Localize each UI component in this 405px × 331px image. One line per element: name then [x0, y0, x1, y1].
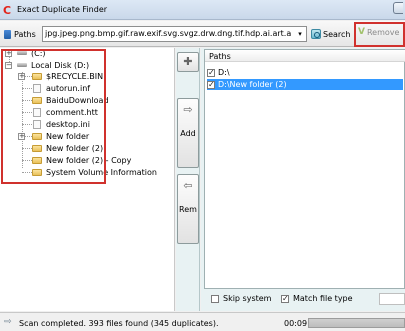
title-bar: C Exact Duplicate Finder [0, 0, 405, 20]
app-logo-icon: C [3, 4, 12, 17]
plus-icon: ✚ [183, 55, 193, 68]
path-checkbox[interactable] [207, 68, 215, 77]
minimize-button[interactable] [393, 2, 403, 14]
paths-button[interactable]: Paths [2, 26, 38, 42]
paths-label: Paths [14, 29, 36, 39]
search-button[interactable]: Search [308, 26, 353, 42]
rem-label: Rem [179, 205, 197, 214]
skip-system-option[interactable]: Skip system [211, 294, 271, 303]
paths-icon [4, 29, 11, 39]
status-bar: ⇨ Scan completed. 393 files found (345 d… [0, 312, 405, 331]
path-row-selected[interactable]: D:\New folder (2) [207, 79, 403, 90]
skip-system-label: Skip system [223, 294, 272, 303]
remove-button[interactable]: V Remove [358, 27, 399, 37]
add-label: Add [180, 129, 196, 138]
progress-fill [309, 319, 404, 327]
search-icon [311, 29, 321, 39]
remove-label: Remove [366, 27, 400, 37]
toolbar: Paths jpg.jpeg.png.bmp.gif.raw.exif.svg.… [0, 21, 405, 47]
skip-system-checkbox[interactable] [211, 294, 219, 303]
path-label: D:\New folder (2) [218, 80, 287, 89]
extensions-input[interactable]: jpg.jpeg.png.bmp.gif.raw.exif.svg.svgz.d… [42, 26, 307, 42]
status-message: Scan completed. 393 files found (345 dup… [19, 319, 219, 328]
match-file-type-checkbox[interactable] [281, 294, 289, 303]
paths-list[interactable]: Paths D:\ D:\New folder (2) [204, 49, 405, 289]
add-path-button[interactable]: ⇨ Add [177, 98, 199, 168]
add-folder-button[interactable]: ✚ [177, 52, 199, 72]
paths-panel: Paths D:\ D:\New folder (2) Skip system … [201, 48, 405, 311]
chevron-down-icon[interactable]: ▾ [294, 27, 306, 41]
path-row[interactable]: D:\ [207, 67, 403, 78]
search-label: Search [323, 29, 351, 39]
path-label: D:\ [218, 68, 230, 77]
remove-path-button[interactable]: ⇦ Rem [177, 174, 199, 244]
arrow-left-icon: ⇦ [183, 179, 193, 192]
path-checkbox[interactable] [207, 80, 215, 89]
elapsed-time: 00:09 [284, 319, 308, 328]
progress-bar [308, 318, 405, 328]
paths-column-header[interactable]: Paths [205, 50, 405, 62]
match-file-type-label: Match file type [293, 294, 353, 303]
file-type-field[interactable] [379, 293, 405, 305]
status-arrow-icon: ⇨ [4, 317, 12, 327]
arrow-right-icon: ⇨ [183, 103, 193, 116]
remove-check-icon: V [358, 27, 365, 37]
match-file-type-option[interactable]: Match file type [281, 294, 353, 303]
window-title: Exact Duplicate Finder [17, 5, 108, 14]
path-action-column: ✚ ⇨ Add ⇦ Rem [176, 48, 200, 311]
tree-highlight-box [1, 49, 106, 184]
